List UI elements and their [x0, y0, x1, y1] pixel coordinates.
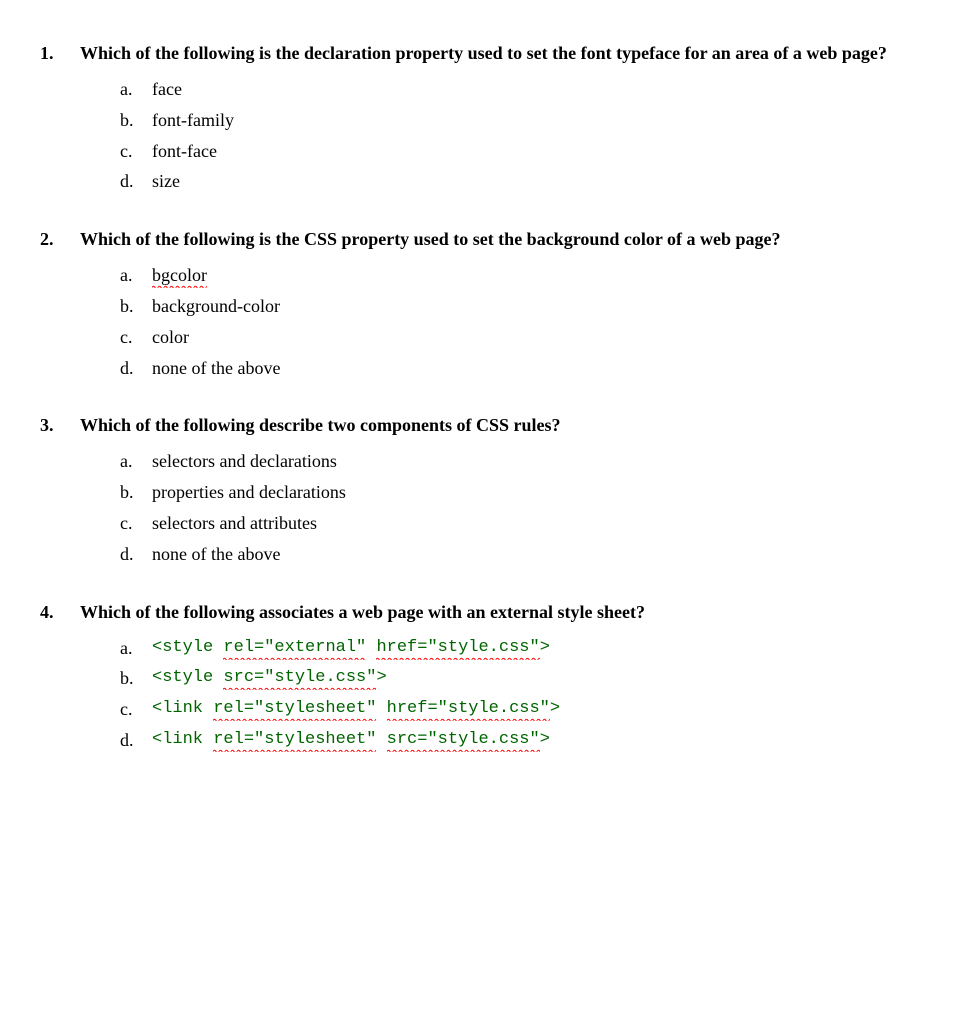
answer-item-1a: a. face [120, 75, 935, 104]
answer-item-3b: b. properties and declarations [120, 478, 935, 507]
squig-href-style1: href="style.css" [376, 638, 539, 660]
squig-src-style1: src="style.css" [223, 668, 376, 690]
question-number-2: 2. [40, 226, 70, 384]
answer-text-2a: bgcolor [152, 261, 935, 290]
answer-letter-2b: b. [120, 292, 142, 321]
answer-list-3: a. selectors and declarations b. propert… [120, 447, 935, 568]
answer-text-2b: background-color [152, 292, 935, 321]
answer-text-1b: font-family [152, 106, 935, 135]
answer-letter-2c: c. [120, 323, 142, 352]
question-content-2: Which of the following is the CSS proper… [80, 226, 935, 384]
answer-text-1a: face [152, 75, 935, 104]
answer-item-2b: b. background-color [120, 292, 935, 321]
answer-text-2d: none of the above [152, 354, 935, 383]
answer-letter-3d: d. [120, 540, 142, 569]
answer-letter-4c: c. [120, 695, 142, 724]
question-number-4: 4. [40, 599, 70, 757]
answer-letter-4a: a. [120, 634, 142, 663]
question-text-2: Which of the following is the CSS proper… [80, 226, 935, 253]
squiggle-bgcolor: bgcolor [152, 265, 207, 288]
answer-list-2: a. bgcolor b. background-color c. color … [120, 261, 935, 382]
answer-letter-1a: a. [120, 75, 142, 104]
answer-item-3a: a. selectors and declarations [120, 447, 935, 476]
question-item-2: 2. Which of the following is the CSS pro… [40, 226, 935, 384]
question-number-1: 1. [40, 40, 70, 198]
question-item-1: 1. Which of the following is the declara… [40, 40, 935, 198]
answer-text-3b: properties and declarations [152, 478, 935, 507]
squig-src-style2: src="style.css" [387, 730, 540, 752]
question-content-1: Which of the following is the declaratio… [80, 40, 935, 198]
answer-item-1b: b. font-family [120, 106, 935, 135]
answer-text-4a: <style rel="external" href="style.css"> [152, 634, 935, 663]
answer-item-4a: a. <style rel="external" href="style.css… [120, 634, 935, 663]
answer-letter-4b: b. [120, 664, 142, 693]
question-content-4: Which of the following associates a web … [80, 599, 935, 757]
question-list: 1. Which of the following is the declara… [40, 40, 935, 757]
question-item-4: 4. Which of the following associates a w… [40, 599, 935, 757]
answer-item-4b: b. <style src="style.css"> [120, 664, 935, 693]
answer-letter-2a: a. [120, 261, 142, 290]
answer-text-4b: <style src="style.css"> [152, 664, 935, 693]
answer-letter-1d: d. [120, 167, 142, 196]
squig-rel-stylesheet2: rel="stylesheet" [213, 730, 376, 752]
answer-letter-1c: c. [120, 137, 142, 166]
answer-letter-3a: a. [120, 447, 142, 476]
answer-text-3d: none of the above [152, 540, 935, 569]
answer-item-2a: a. bgcolor [120, 261, 935, 290]
question-text-4: Which of the following associates a web … [80, 599, 935, 626]
answer-list-1: a. face b. font-family c. font-face d. s… [120, 75, 935, 196]
answer-letter-2d: d. [120, 354, 142, 383]
answer-letter-1b: b. [120, 106, 142, 135]
answer-item-2d: d. none of the above [120, 354, 935, 383]
answer-letter-3b: b. [120, 478, 142, 507]
squig-rel-external: rel="external" [223, 638, 366, 660]
answer-item-4d: d. <link rel="stylesheet" src="style.css… [120, 726, 935, 755]
question-item-3: 3. Which of the following describe two c… [40, 412, 935, 570]
answer-text-3a: selectors and declarations [152, 447, 935, 476]
answer-text-4d: <link rel="stylesheet" src="style.css"> [152, 726, 935, 755]
question-content-3: Which of the following describe two comp… [80, 412, 935, 570]
answer-list-4: a. <style rel="external" href="style.css… [120, 634, 935, 755]
squig-href-style2: href="style.css" [387, 699, 550, 721]
question-text-3: Which of the following describe two comp… [80, 412, 935, 439]
answer-letter-4d: d. [120, 726, 142, 755]
question-number-3: 3. [40, 412, 70, 570]
answer-item-3c: c. selectors and attributes [120, 509, 935, 538]
squig-rel-stylesheet1: rel="stylesheet" [213, 699, 376, 721]
answer-text-4c: <link rel="stylesheet" href="style.css"> [152, 695, 935, 724]
answer-item-1c: c. font-face [120, 137, 935, 166]
answer-text-1c: font-face [152, 137, 935, 166]
question-text-1: Which of the following is the declaratio… [80, 40, 935, 67]
answer-letter-3c: c. [120, 509, 142, 538]
answer-item-2c: c. color [120, 323, 935, 352]
answer-item-3d: d. none of the above [120, 540, 935, 569]
answer-text-1d: size [152, 167, 935, 196]
answer-text-2c: color [152, 323, 935, 352]
answer-text-3c: selectors and attributes [152, 509, 935, 538]
answer-item-4c: c. <link rel="stylesheet" href="style.cs… [120, 695, 935, 724]
answer-item-1d: d. size [120, 167, 935, 196]
